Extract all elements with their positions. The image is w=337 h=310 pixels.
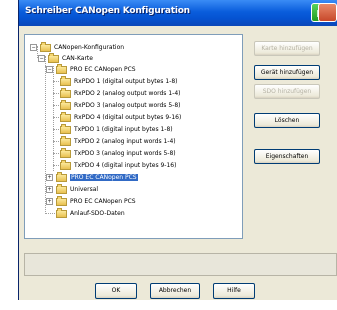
tree-item-label: TxPDO 3 (analog input words 5-8) (74, 150, 176, 157)
cancel-button[interactable]: Abbrechen (150, 283, 200, 299)
properties-button[interactable]: Eigenschaften (254, 149, 320, 164)
tree-item[interactable]: + Universal (46, 183, 99, 195)
tree-connector (45, 213, 55, 214)
tree-item-label: PRO EC CANopen PCS (70, 174, 138, 181)
add-card-button[interactable]: Karte hinzufügen (254, 41, 320, 56)
tree-item-label: TxPDO 1 (digital input bytes 1-8) (74, 126, 173, 133)
tree-connector (53, 81, 59, 82)
tree-item[interactable]: − PRO EC CANopen PCS (46, 63, 136, 75)
window-title: Schreiber CANopen Konfiguration (25, 6, 190, 16)
tree-item[interactable]: RxPDO 2 (analog output words 1-4) (60, 87, 181, 99)
tree-view[interactable]: − CANopen-Konfiguration − CAN-Karte − PR… (24, 34, 243, 239)
tree-item-label: PRO EC CANopen PCS (70, 198, 136, 205)
tree-item[interactable]: RxPDO 4 (digital output bytes 9-16) (60, 111, 182, 123)
folder-icon (40, 41, 51, 52)
folder-icon (56, 63, 67, 74)
tree-item-label: RxPDO 4 (digital output bytes 9-16) (74, 114, 182, 121)
delete-button[interactable]: Löschen (254, 113, 320, 128)
tree-item-label: Universal (70, 186, 99, 193)
tree-item-label: PRO EC CANopen PCS (70, 66, 136, 73)
folder-icon (60, 111, 71, 122)
tree-item[interactable]: TxPDO 3 (analog input words 5-8) (60, 147, 176, 159)
tree-item-label: Anlauf-SDO-Daten (70, 210, 125, 217)
folder-icon (60, 147, 71, 158)
title-bar[interactable]: Schreiber CANopen Konfiguration (19, 0, 337, 26)
folder-icon (60, 159, 71, 170)
tree-connector (53, 165, 59, 166)
tree-item-label: RxPDO 1 (digital output bytes 1-8) (74, 78, 178, 85)
collapse-icon[interactable]: − (30, 44, 37, 51)
help-button[interactable]: Hilfe (213, 283, 255, 299)
folder-icon (60, 99, 71, 110)
tree-item-label: RxPDO 3 (analog output words 5-8) (74, 102, 181, 109)
tree-connector (53, 105, 59, 106)
tree-item-label: RxPDO 2 (analog output words 1-4) (74, 90, 181, 97)
folder-icon (60, 75, 71, 86)
tree-item[interactable]: TxPDO 4 (digital input bytes 9-16) (60, 159, 177, 171)
tree-item[interactable]: − CANopen-Konfiguration (30, 41, 125, 53)
tree-item[interactable]: + PRO EC CANopen PCS (46, 195, 136, 207)
folder-icon (48, 52, 59, 63)
folder-icon (60, 135, 71, 146)
collapse-icon[interactable]: − (38, 55, 45, 62)
status-area (24, 253, 337, 276)
tree-item[interactable]: Anlauf-SDO-Daten (56, 207, 125, 219)
tree-item[interactable]: RxPDO 3 (analog output words 5-8) (60, 99, 181, 111)
tree-item[interactable]: RxPDO 1 (digital output bytes 1-8) (60, 75, 178, 87)
tree-connector (53, 129, 59, 130)
close-icon[interactable] (318, 3, 337, 22)
tree-item[interactable]: + PRO EC CANopen PCS (46, 171, 138, 183)
expand-icon[interactable]: + (46, 174, 53, 181)
tree-item-label: CAN-Karte (62, 55, 93, 62)
folder-icon (60, 87, 71, 98)
tree-item-label: CANopen-Konfiguration (54, 44, 125, 51)
folder-icon (60, 123, 71, 134)
add-device-button[interactable]: Gerät hinzufügen (254, 65, 320, 80)
expand-icon[interactable]: + (46, 198, 53, 205)
add-sdo-button[interactable]: SDO hinzufügen (254, 84, 320, 99)
tree-item[interactable]: − CAN-Karte (38, 52, 93, 64)
folder-icon (56, 207, 67, 218)
tree-item-label: TxPDO 4 (digital input bytes 9-16) (74, 162, 177, 169)
tree-item[interactable]: TxPDO 1 (digital input bytes 1-8) (60, 123, 173, 135)
tree-item-label: TxPDO 2 (analog input words 1-4) (74, 138, 176, 145)
tree-item[interactable]: TxPDO 2 (analog input words 1-4) (60, 135, 176, 147)
expand-icon[interactable]: + (46, 186, 53, 193)
tree-connector (53, 141, 59, 142)
folder-icon (56, 183, 67, 194)
folder-icon (56, 195, 67, 206)
tree-connector (53, 93, 59, 94)
folder-icon (56, 171, 67, 182)
tree-connector (53, 153, 59, 154)
tree-connector (53, 117, 59, 118)
ok-button[interactable]: OK (95, 283, 137, 299)
collapse-icon[interactable]: − (46, 66, 53, 73)
